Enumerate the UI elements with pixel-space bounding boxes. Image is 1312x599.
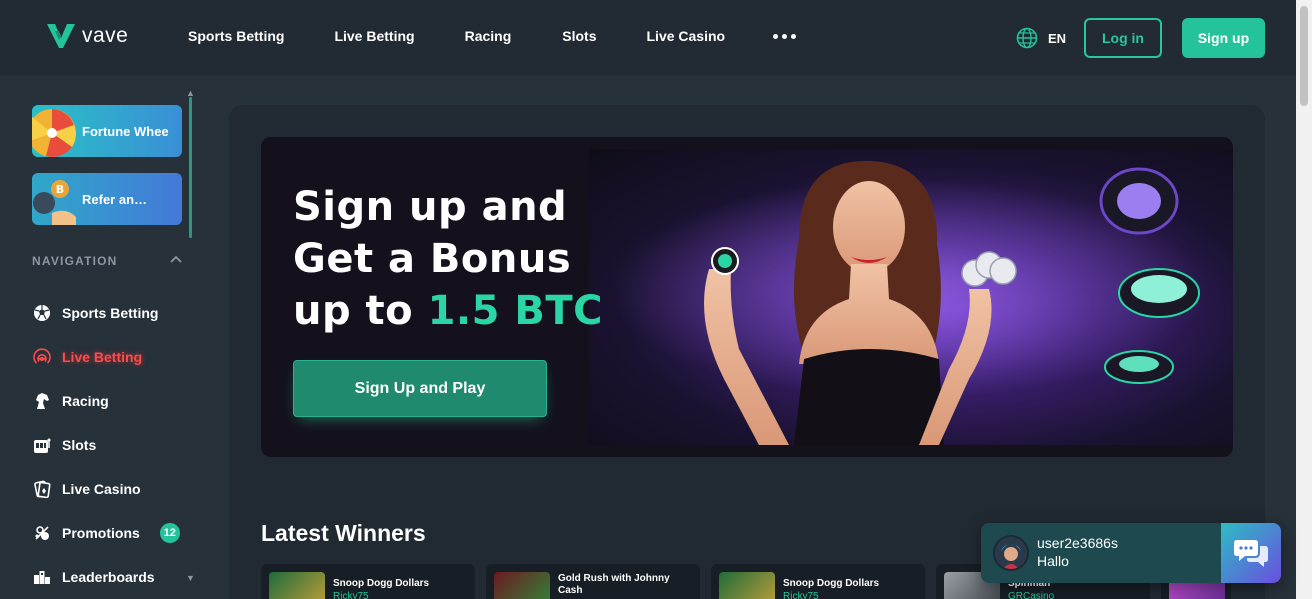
soccer-ball-icon (32, 303, 52, 323)
winner-username: Ricky75 (783, 591, 819, 599)
sidebar-scrollbar[interactable] (189, 97, 192, 238)
nav-live-betting[interactable]: Live Betting (334, 28, 414, 44)
vave-logo-icon (47, 24, 75, 48)
promotions-icon (32, 523, 52, 543)
hero-image (589, 149, 1233, 445)
sidebar-item-promotions[interactable]: Promotions 12 (32, 511, 180, 555)
refer-friend-label: Refer an… (82, 191, 148, 207)
promotions-count-badge: 12 (159, 523, 180, 543)
chat-bubbles-icon (1234, 540, 1268, 567)
hero-line-1: Sign up and (293, 184, 568, 230)
sidebar-item-label: Live Casino (62, 481, 141, 497)
open-chat-button[interactable] (1221, 523, 1281, 583)
chevron-up-icon[interactable] (168, 251, 184, 267)
more-menu-button[interactable] (773, 34, 796, 39)
sidebar: ▲ Fortune Whee B Refer an… NAVIGATION Sp… (0, 75, 212, 599)
game-thumbnail (494, 572, 550, 599)
sidebar-scroll-down-icon[interactable]: ▼ (186, 573, 195, 583)
hero-bonus-amount: 1.5 BTC (427, 288, 603, 334)
page-scrollbar-thumb[interactable] (1300, 6, 1308, 106)
ellipsis-icon (773, 34, 778, 39)
winner-card[interactable]: Snoop Dogg Dollars Ricky75 (261, 564, 475, 599)
globe-icon (1016, 27, 1038, 49)
logo[interactable]: vave (46, 22, 128, 50)
fortune-wheel-icon (32, 105, 82, 157)
sidebar-item-racing[interactable]: Racing (32, 379, 180, 423)
hero-line-3-prefix: up to (293, 288, 428, 334)
avatar (993, 535, 1029, 571)
winner-game-name: Gold Rush with Johnny Cash (558, 573, 670, 596)
hero-line-2: Get a Bonus (293, 236, 572, 282)
sidebar-nav: Sports Betting Live Betting Racing Slots… (32, 291, 180, 599)
winner-game-name: Snoop Dogg Dollars (783, 578, 880, 589)
language-selector[interactable]: EN (1016, 27, 1066, 49)
game-thumbnail (269, 572, 325, 599)
winner-username: GRCasino (1008, 591, 1055, 599)
login-button[interactable]: Log in (1084, 18, 1162, 58)
sidebar-item-label: Sports Betting (62, 305, 159, 321)
refer-friend-promo[interactable]: B Refer an… (32, 173, 182, 225)
nav-sports-betting[interactable]: Sports Betting (188, 28, 284, 44)
leaderboard-icon (32, 567, 52, 587)
nav-slots[interactable]: Slots (562, 28, 596, 44)
fortune-wheel-label: Fortune Whee (82, 123, 169, 139)
hero-headline: Sign up and Get a Bonus up to 1.5 BTC (293, 181, 603, 337)
page-scrollbar[interactable] (1296, 0, 1312, 599)
horse-icon (32, 391, 52, 411)
sidebar-item-live-betting[interactable]: Live Betting (32, 335, 180, 379)
sidebar-item-leaderboards[interactable]: Leaderboards (32, 555, 180, 599)
hero-illustration (609, 160, 1209, 445)
winner-username: Ricky75 (333, 591, 369, 599)
chat-message: Hallo (1037, 553, 1069, 569)
slot-machine-icon (32, 435, 52, 455)
sidebar-item-slots[interactable]: Slots (32, 423, 180, 467)
fortune-wheel-promo[interactable]: Fortune Whee (32, 105, 182, 157)
sidebar-item-label: Promotions (62, 525, 140, 541)
refer-coins-icon: B (32, 173, 82, 225)
signup-button[interactable]: Sign up (1182, 18, 1265, 58)
nav-racing[interactable]: Racing (465, 28, 512, 44)
sidebar-item-label: Racing (62, 393, 109, 409)
chat-widget[interactable]: user2e3686s Hallo (981, 523, 1281, 583)
winner-card[interactable]: Gold Rush with Johnny Cash (486, 564, 700, 599)
winner-card[interactable]: Snoop Dogg Dollars Ricky75 (711, 564, 925, 599)
latest-winners-title: Latest Winners (261, 520, 426, 546)
sidebar-item-label: Live Betting (62, 349, 143, 365)
winner-game-name: Snoop Dogg Dollars (333, 578, 430, 589)
top-nav: Sports Betting Live Betting Racing Slots… (188, 28, 725, 44)
chat-preview[interactable]: user2e3686s Hallo (981, 523, 1221, 583)
nav-live-casino[interactable]: Live Casino (647, 28, 726, 44)
hero-banner[interactable]: Sign up and Get a Bonus up to 1.5 BTC Si… (261, 137, 1233, 457)
navigation-heading: NAVIGATION (32, 254, 118, 268)
signup-and-play-button[interactable]: Sign Up and Play (293, 360, 547, 417)
top-header: vave Sports Betting Live Betting Racing … (0, 0, 1296, 75)
cards-icon (32, 479, 52, 499)
sidebar-item-label: Leaderboards (62, 569, 155, 585)
sidebar-item-live-casino[interactable]: Live Casino (32, 467, 180, 511)
sidebar-item-label: Slots (62, 437, 97, 453)
svg-text:B: B (56, 183, 64, 196)
live-signal-icon (32, 347, 52, 367)
sidebar-item-sports-betting[interactable]: Sports Betting (32, 291, 180, 335)
game-thumbnail (719, 572, 775, 599)
hero-line-3: up to 1.5 BTC (293, 285, 603, 337)
logo-text: vave (82, 24, 129, 47)
chat-username: user2e3686s (1037, 535, 1118, 551)
language-code: EN (1048, 30, 1067, 46)
